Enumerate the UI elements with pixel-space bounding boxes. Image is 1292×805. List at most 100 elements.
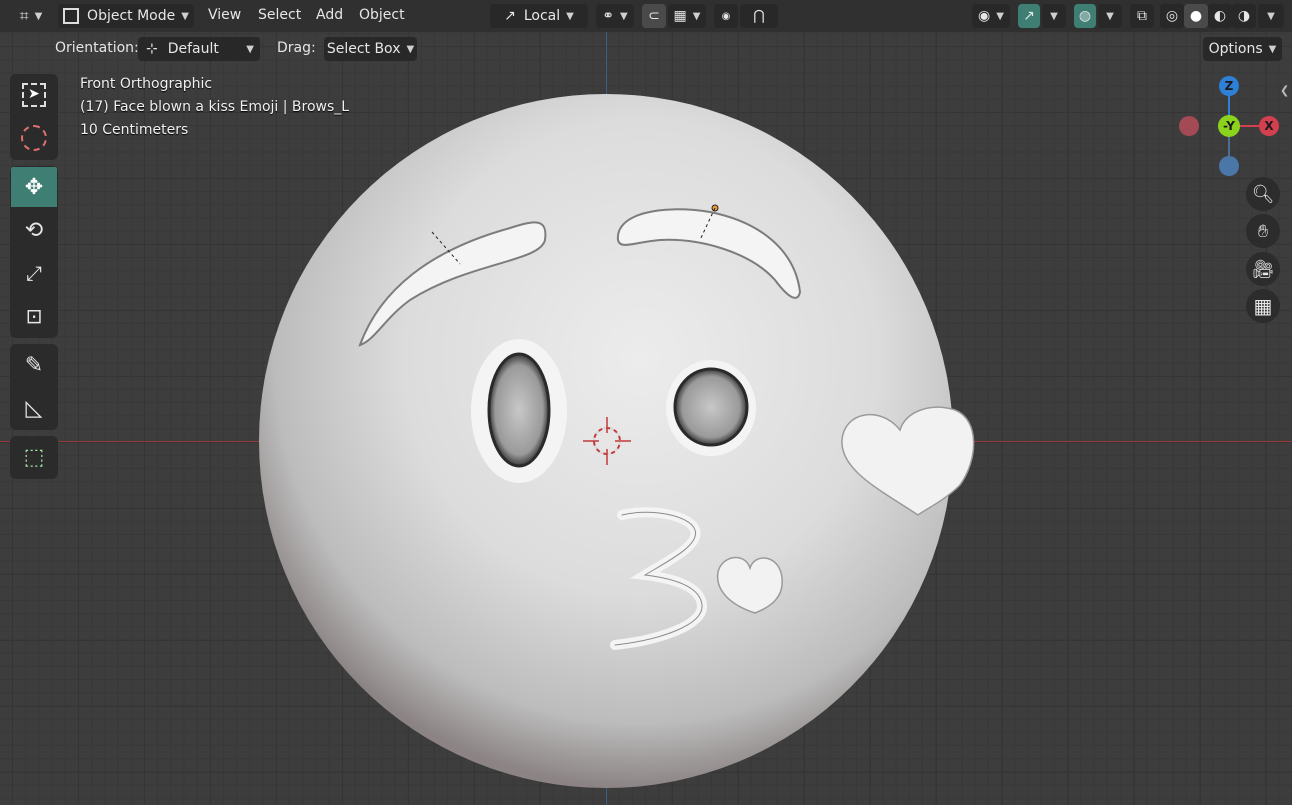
pivot-dropdown[interactable]: ⚭ ▼ bbox=[596, 4, 634, 28]
editor-type-button[interactable]: ⌗ ▼ bbox=[12, 4, 50, 28]
tool-add-cube[interactable]: ⬚ bbox=[11, 437, 57, 477]
gizmo-y-label: -Y bbox=[1223, 119, 1235, 133]
gizmo-x[interactable]: X bbox=[1259, 116, 1279, 136]
chevron-down-icon: ▼ bbox=[1268, 43, 1277, 55]
menu-select[interactable]: Select bbox=[258, 7, 301, 23]
measure-icon: ◺ bbox=[25, 395, 43, 421]
add-cube-icon: ⬚ bbox=[23, 444, 45, 470]
transform-orientation-dropdown[interactable]: ↗ Local ▼ bbox=[490, 4, 588, 28]
object-mode-icon bbox=[63, 8, 80, 24]
viewport-header: ⌗ ▼ Object Mode ▼ View Select Add Object ↗… bbox=[0, 0, 1292, 32]
tool-move[interactable]: ✥ bbox=[11, 167, 57, 207]
chevron-down-icon: ▼ bbox=[566, 10, 574, 22]
rendered-shading-icon: ◑ bbox=[1237, 8, 1251, 24]
drag-label: Drag: bbox=[277, 40, 316, 56]
orientation-label: Orientation: bbox=[55, 40, 139, 56]
zoom-button[interactable]: 🔍︎ bbox=[1246, 177, 1280, 211]
zoom-icon: 🔍︎ bbox=[1251, 183, 1275, 205]
snap-grid-icon: ▦ bbox=[673, 8, 687, 24]
gizmo-neg-y[interactable]: -Y bbox=[1218, 115, 1240, 137]
snap-toggle[interactable]: ⊂ bbox=[642, 4, 666, 28]
grid-icon: ▦ bbox=[1253, 294, 1273, 318]
xray-toggle[interactable]: ⧉ bbox=[1130, 4, 1154, 28]
gizmo-x-label: X bbox=[1264, 119, 1274, 133]
drag-value: Select Box bbox=[326, 41, 401, 57]
chevron-down-icon: ▼ bbox=[620, 10, 628, 22]
3d-viewport[interactable] bbox=[0, 0, 1292, 805]
gizmo-z[interactable]: Z bbox=[1219, 76, 1239, 96]
emoji-model[interactable] bbox=[0, 0, 1292, 805]
toolbar-annotate-group: ✎ ◺ bbox=[10, 344, 58, 430]
move-icon: ✥ bbox=[24, 174, 44, 200]
orientation-dropdown[interactable]: ⊹ Default ▼ bbox=[138, 37, 260, 61]
camera-icon: 🎥︎ bbox=[1251, 258, 1275, 280]
overlay-dropdown[interactable]: ▼ bbox=[1098, 4, 1122, 28]
menu-object[interactable]: Object bbox=[359, 7, 405, 23]
tool-cursor[interactable] bbox=[11, 118, 57, 158]
orientation-value: Default bbox=[167, 41, 219, 57]
camera-view-button[interactable]: 🎥︎ bbox=[1246, 252, 1280, 286]
chevron-down-icon: ▼ bbox=[34, 10, 43, 22]
chevron-down-icon: ▼ bbox=[181, 10, 189, 22]
shading-material-button[interactable]: ◐ bbox=[1208, 4, 1232, 28]
tool-rotate[interactable]: ⟲ bbox=[11, 210, 57, 250]
orientation-icon: ⊹ bbox=[146, 41, 158, 57]
toolbar-select-group: ➤ bbox=[10, 74, 58, 160]
snap-target-dropdown[interactable]: ▦ ▼ bbox=[668, 4, 706, 28]
chevron-down-icon: ▼ bbox=[692, 10, 701, 22]
snap-icon: ⊂ bbox=[648, 8, 660, 24]
chevron-down-icon: ▼ bbox=[1267, 10, 1275, 22]
shading-rendered-button[interactable]: ◑ bbox=[1232, 4, 1256, 28]
overlay-icon: ◍ bbox=[1078, 8, 1092, 24]
options-dropdown[interactable]: Options ▼ bbox=[1203, 37, 1282, 61]
gizmo-toggle[interactable]: ↗ bbox=[1018, 4, 1040, 28]
pan-button[interactable]: ✋︎ bbox=[1246, 214, 1280, 248]
proportional-edit-toggle[interactable]: ◉ bbox=[714, 4, 738, 28]
shading-solid-button[interactable]: ● bbox=[1184, 4, 1208, 28]
menu-view[interactable]: View bbox=[208, 7, 241, 23]
drag-dropdown[interactable]: Select Box ▼ bbox=[324, 37, 417, 61]
mode-label: Object Mode bbox=[87, 8, 176, 24]
gizmo-dropdown[interactable]: ▼ bbox=[1042, 4, 1066, 28]
tool-transform[interactable]: ⊡ bbox=[11, 296, 57, 336]
falloff-dropdown[interactable]: ⋂ bbox=[740, 4, 778, 28]
overlay-toggle[interactable]: ◍ bbox=[1074, 4, 1096, 28]
chevron-down-icon: ▼ bbox=[996, 10, 1004, 22]
object-info: (17) Face blown a kiss Emoji | Brows_L bbox=[80, 99, 350, 115]
chevron-down-icon: ▼ bbox=[406, 43, 415, 55]
select-box-icon: ➤ bbox=[22, 83, 46, 107]
gizmo-neg-x[interactable] bbox=[1179, 116, 1199, 136]
chevron-down-icon: ▼ bbox=[1050, 10, 1058, 22]
solid-shading-icon: ● bbox=[1189, 8, 1203, 24]
right-eye bbox=[673, 367, 749, 447]
tool-measure[interactable]: ◺ bbox=[11, 388, 57, 428]
left-eye bbox=[487, 352, 551, 468]
annotate-icon: ✎ bbox=[24, 352, 44, 378]
tool-annotate[interactable]: ✎ bbox=[11, 345, 57, 385]
ortho-toggle-button[interactable]: ▦ bbox=[1246, 289, 1280, 323]
options-label: Options bbox=[1208, 41, 1263, 57]
cursor-icon bbox=[21, 125, 47, 151]
material-shading-icon: ◐ bbox=[1213, 8, 1227, 24]
shading-wireframe-button[interactable]: ◎ bbox=[1160, 4, 1184, 28]
visibility-dropdown[interactable]: ◉ ▼ bbox=[972, 4, 1010, 28]
visibility-icon: ◉ bbox=[978, 8, 991, 24]
tool-scale[interactable]: ⤢ bbox=[11, 253, 57, 293]
orientation-value: Local bbox=[523, 8, 561, 24]
mode-dropdown[interactable]: Object Mode ▼ bbox=[58, 4, 194, 28]
chevron-down-icon: ▼ bbox=[246, 43, 254, 55]
gizmo-neg-z[interactable] bbox=[1219, 156, 1239, 176]
tool-select-box[interactable]: ➤ bbox=[11, 75, 57, 115]
toolbar-transform-group: ✥ ⟲ ⤢ ⊡ bbox=[10, 166, 58, 338]
menu-add[interactable]: Add bbox=[316, 7, 343, 23]
toolbar-add-group: ⬚ bbox=[10, 436, 58, 479]
sidebar-toggle[interactable]: ❮ bbox=[1280, 84, 1292, 98]
shading-dropdown[interactable]: ▼ bbox=[1258, 4, 1284, 28]
pivot-icon: ⚭ bbox=[602, 8, 615, 24]
wireframe-shading-icon: ◎ bbox=[1165, 8, 1179, 24]
navigation-gizmo[interactable]: Z X -Y bbox=[1176, 74, 1282, 178]
falloff-icon: ⋂ bbox=[753, 8, 765, 24]
gizmo-z-label: Z bbox=[1224, 79, 1234, 93]
gizmo-icon: ↗ bbox=[1023, 8, 1035, 24]
grid-scale: 10 Centimeters bbox=[80, 122, 189, 138]
